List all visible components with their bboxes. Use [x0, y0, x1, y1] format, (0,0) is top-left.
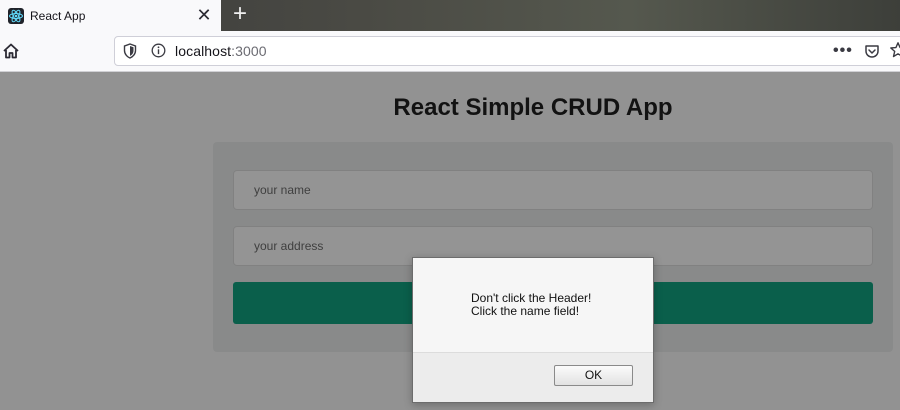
tab-react-app[interactable]: React App ✕ [0, 0, 221, 31]
new-tab-button[interactable]: + [229, 2, 251, 28]
dialog-body: Don't click the Header! Click the name f… [413, 258, 653, 352]
dialog-message: Don't click the Header! Click the name f… [471, 291, 592, 318]
site-info-icon[interactable] [151, 43, 166, 58]
react-logo-icon [8, 7, 24, 24]
pocket-icon[interactable] [864, 43, 880, 59]
home-icon[interactable] [2, 42, 20, 60]
close-icon[interactable]: ✕ [196, 6, 212, 24]
navigation-bar: localhost:3000 ••• [0, 31, 900, 72]
url-text: localhost:3000 [175, 43, 267, 59]
tab-title: React App [30, 8, 86, 23]
bookmark-star-icon[interactable] [889, 41, 900, 59]
tracking-protection-shield-icon[interactable] [123, 43, 137, 59]
tab-strip: React App ✕ + [0, 0, 900, 31]
url-port: :3000 [231, 43, 267, 59]
ok-button[interactable]: OK [554, 365, 633, 386]
dialog-footer: OK [413, 352, 653, 402]
url-host: localhost [175, 43, 232, 59]
url-bar[interactable]: localhost:3000 ••• [114, 36, 900, 66]
page-actions-menu-icon[interactable]: ••• [833, 42, 853, 60]
alert-dialog: Don't click the Header! Click the name f… [412, 257, 654, 403]
